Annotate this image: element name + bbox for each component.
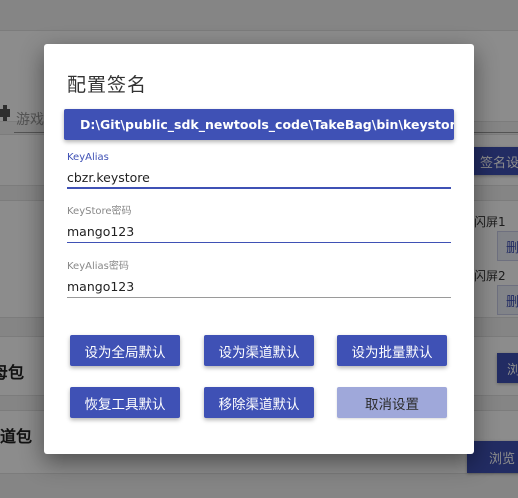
key-alias-password-input[interactable] [67,276,451,298]
cancel-settings-button[interactable]: 取消设置 [337,387,447,418]
key-alias-label: KeyAlias [67,152,109,163]
keystore-path-button[interactable]: D:\Git\public_sdk_newtools_code\TakeBag\… [64,109,454,140]
key-alias-input[interactable] [67,167,451,189]
set-batch-default-button[interactable]: 设为批量默认 [337,335,447,366]
set-global-default-button[interactable]: 设为全局默认 [70,335,180,366]
key-alias-password-label: KeyAlias密码 [67,261,129,272]
keystore-password-label: KeyStore密码 [67,206,132,217]
remove-channel-default-button[interactable]: 移除渠道默认 [204,387,314,418]
restore-tool-default-button[interactable]: 恢复工具默认 [70,387,180,418]
config-signature-dialog: 配置签名 D:\Git\public_sdk_newtools_code\Tak… [44,44,474,454]
dialog-title: 配置签名 [67,74,148,96]
keystore-password-input[interactable] [67,221,451,243]
key-alias-password-field: KeyAlias密码 [67,261,451,298]
set-channel-default-button[interactable]: 设为渠道默认 [204,335,314,366]
keystore-password-field: KeyStore密码 [67,206,451,243]
key-alias-field: KeyAlias [67,152,451,189]
